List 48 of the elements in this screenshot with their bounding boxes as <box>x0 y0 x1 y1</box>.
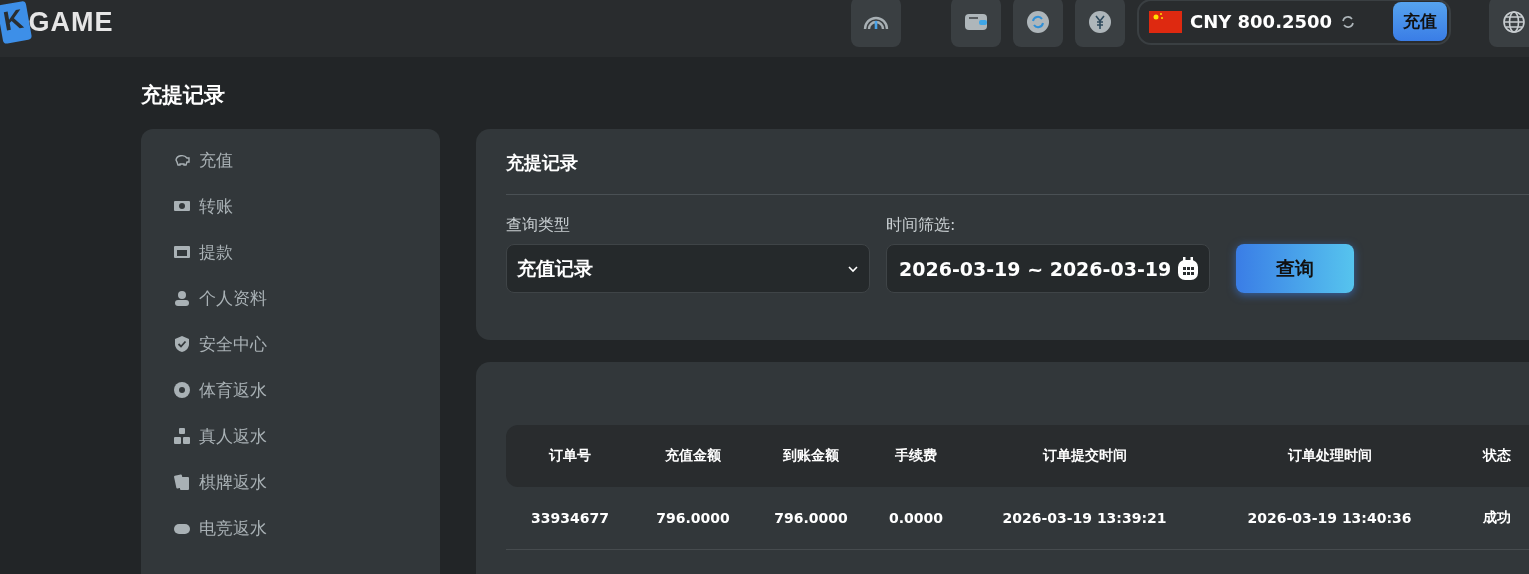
column-header: 订单处理时间 <box>1286 447 1373 465</box>
type-select[interactable]: 充值记录 <box>506 244 870 293</box>
sidebar-item[interactable]: 真人返水 <box>173 413 440 459</box>
page-title: 充提记录 <box>141 82 226 109</box>
dice-icon <box>173 427 191 445</box>
user-icon <box>173 289 191 307</box>
sidebar-item[interactable]: 电竞返水 <box>173 505 440 551</box>
table-cell-text: 成功 <box>1482 509 1512 527</box>
search-button[interactable]: 查询 <box>1236 244 1354 293</box>
field-label: 时间筛选: <box>886 215 957 236</box>
shield-icon <box>173 335 191 353</box>
logo[interactable]: KGAME <box>0 3 114 42</box>
column-header: 订单提交时间 <box>1041 447 1128 465</box>
table-cell-text: 0.0000 <box>888 510 944 526</box>
sidebar-item[interactable]: 安全中心 <box>173 321 440 367</box>
sidebar-item[interactable]: 充值 <box>173 137 440 183</box>
wallet-icon[interactable] <box>951 0 1001 47</box>
balance-amount: CNY 800.2500 <box>1190 11 1333 32</box>
cash-drawer-icon <box>173 243 191 261</box>
chevron-down-icon <box>847 264 859 273</box>
column-header: 手续费 <box>894 447 938 465</box>
reload-icon[interactable] <box>1340 13 1357 30</box>
speedometer-icon[interactable] <box>851 0 901 47</box>
sidebar-item[interactable]: 提款 <box>173 229 440 275</box>
ball-icon <box>173 381 191 399</box>
date-range-field[interactable]: 2026-03-19 ~ 2026-03-19 <box>886 244 1210 293</box>
table-cell-text: 2026-03-19 13:39:21 <box>1001 510 1168 526</box>
cards-icon <box>173 473 191 491</box>
sidebar-item[interactable]: 转账 <box>173 183 440 229</box>
sidebar-item[interactable]: 棋牌返水 <box>173 459 440 505</box>
calendar-icon[interactable] <box>1177 256 1199 281</box>
field-label: 查询类型 <box>506 215 571 236</box>
panel-title: 充提记录 <box>506 151 1529 195</box>
column-header: 充值金额 <box>664 447 722 465</box>
column-header: 状态 <box>1481 447 1512 465</box>
deposit-button[interactable]: 充值 <box>1393 2 1447 41</box>
table-cell-text: 2026-03-19 13:40:36 <box>1246 510 1413 526</box>
sidebar-item[interactable]: 个人资料 <box>173 275 440 321</box>
sidebar-item[interactable]: 体育返水 <box>173 367 440 413</box>
flag-icon <box>1149 10 1182 33</box>
column-header: 到账金额 <box>782 447 840 465</box>
column-header: 订单号 <box>547 447 592 465</box>
globe-icon[interactable] <box>1489 0 1529 47</box>
refresh-icon[interactable] <box>1013 0 1063 47</box>
table-cell-text: 796.0000 <box>655 510 731 526</box>
exchange-icon[interactable] <box>1075 0 1125 47</box>
table-cell-text: 796.0000 <box>773 510 849 526</box>
table-cell-text: 33934677 <box>530 510 610 526</box>
